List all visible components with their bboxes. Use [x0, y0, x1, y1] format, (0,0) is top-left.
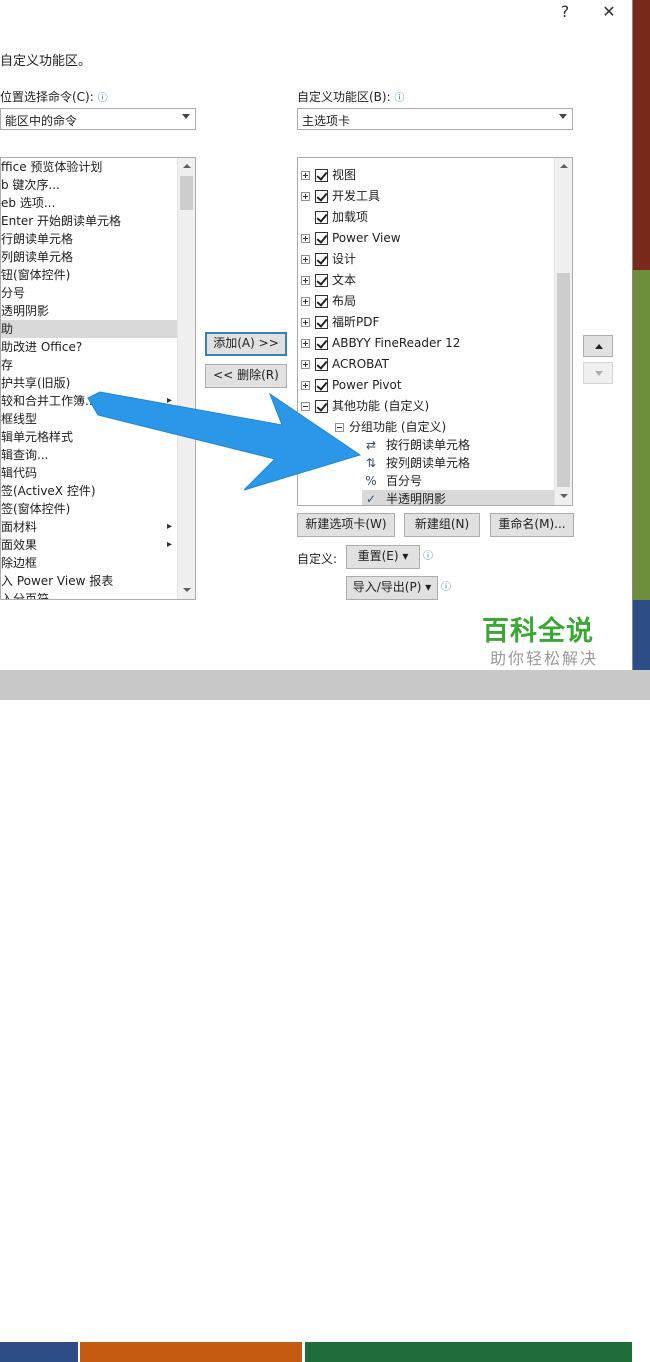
- annotation-arrow-icon: [87, 391, 362, 491]
- watermark-title: 百科全说: [482, 616, 594, 647]
- watermark-subtitle: 助你轻松解决: [490, 649, 599, 668]
- watermark: 百科全说 助你轻松解决: [462, 603, 632, 670]
